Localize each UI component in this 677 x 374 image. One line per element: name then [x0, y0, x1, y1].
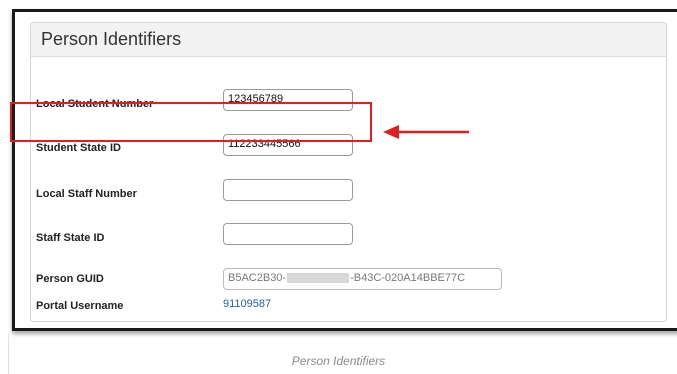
staff-state-id-label: Staff State ID	[36, 232, 105, 244]
person-guid-suffix: -B43C-020A14BBE77C	[350, 272, 466, 284]
screenshot-frame: Person Identifiers Local Student Number …	[12, 9, 677, 331]
annotation-arrow-icon	[383, 125, 469, 139]
redacted-segment	[287, 273, 350, 284]
person-guid-field: B5AC2B30- -B43C-020A14BBE77C	[223, 268, 502, 290]
person-guid-label: Person GUID	[36, 273, 104, 285]
person-identifiers-panel: Person Identifiers Local Student Number …	[30, 22, 667, 322]
panel-title: Person Identifiers	[41, 29, 182, 49]
local-staff-number-label: Local Staff Number	[36, 188, 137, 200]
figure-caption: Person Identifiers	[291, 354, 386, 368]
student-state-id-label: Student State ID	[36, 142, 121, 154]
staff-state-id-input[interactable]	[223, 223, 353, 245]
panel-header: Person Identifiers	[31, 23, 666, 57]
annotation-highlight-box	[10, 102, 372, 142]
person-guid-prefix: B5AC2B30-	[228, 272, 287, 284]
portal-username-value[interactable]: 91109587	[223, 298, 271, 310]
portal-username-label: Portal Username	[36, 300, 124, 312]
local-staff-number-input[interactable]	[223, 179, 353, 201]
